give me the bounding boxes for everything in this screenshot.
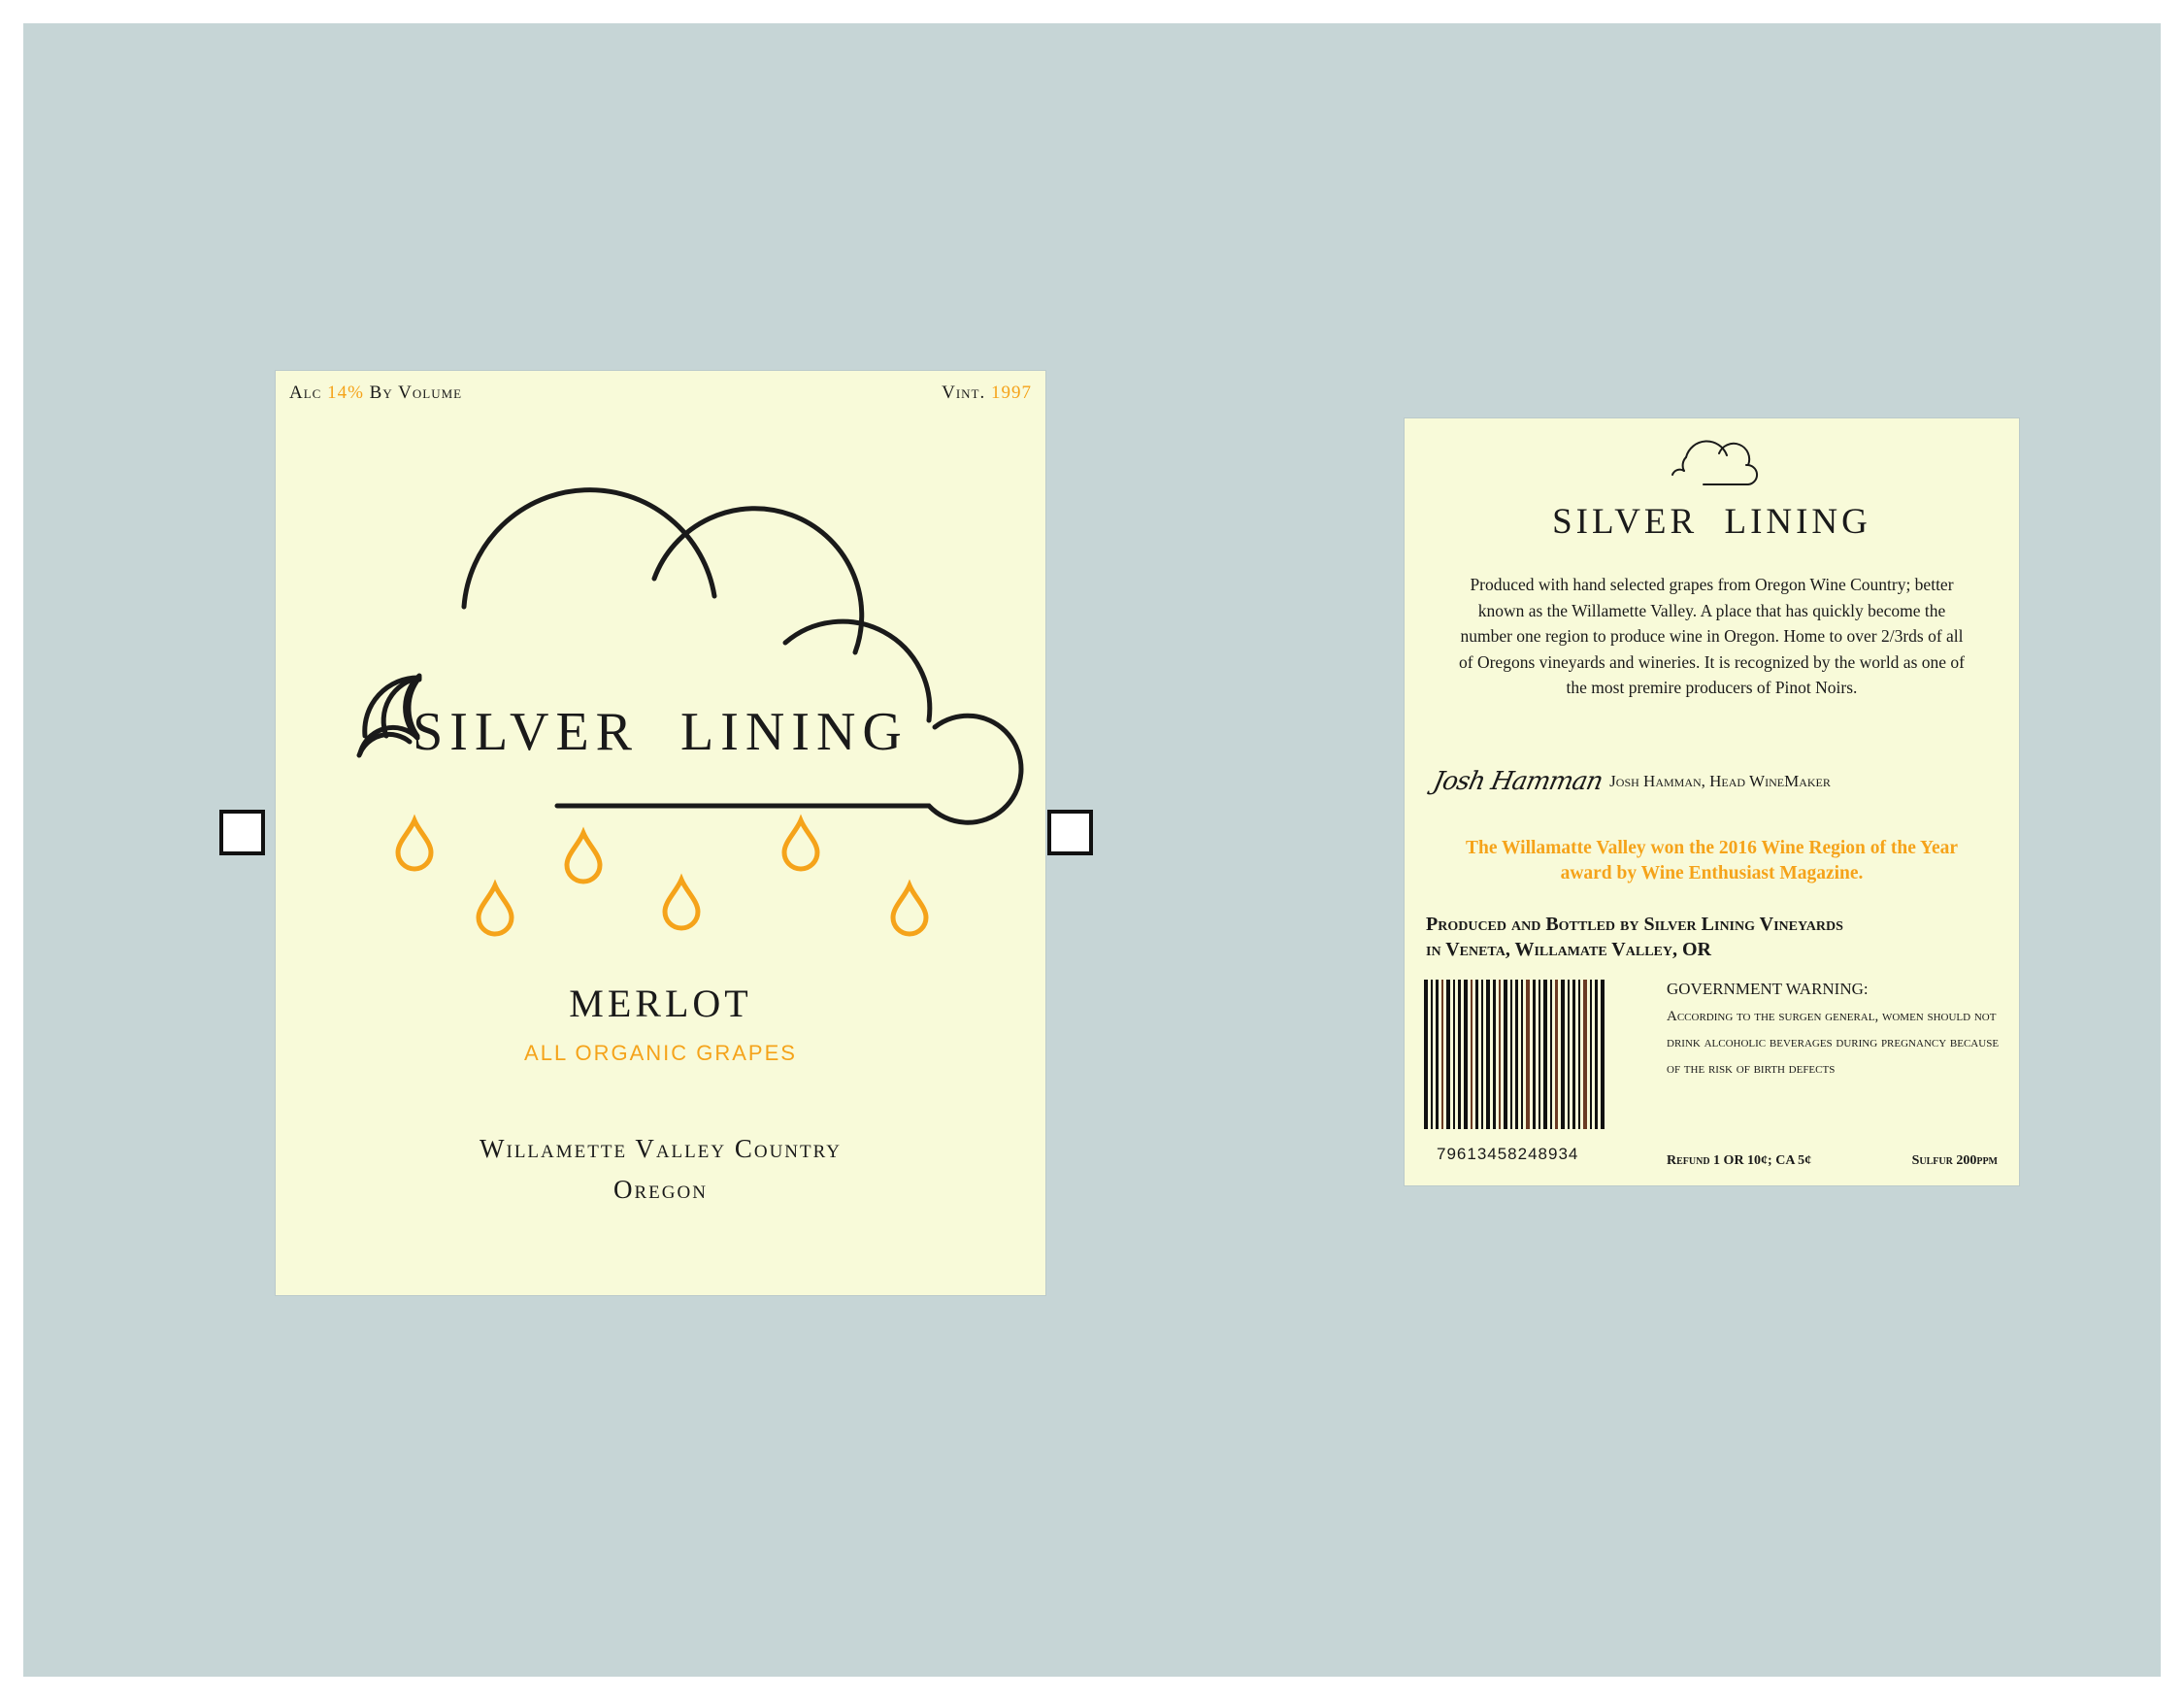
back-label[interactable]: SILVER LINING Produced with hand selecte… — [1405, 418, 2019, 1185]
producer-line-2: in Veneta, Willamate Valley, OR — [1426, 939, 1711, 960]
resize-handle-right[interactable] — [1047, 810, 1093, 855]
barcode-bar — [1453, 980, 1455, 1129]
abv-text: Alc 14% By Volume — [289, 383, 463, 403]
barcode-bar — [1583, 980, 1587, 1129]
barcode-bar — [1543, 980, 1547, 1129]
barcode-bar — [1446, 980, 1450, 1129]
barcode-bar — [1424, 980, 1428, 1129]
barcode-bar — [1521, 980, 1523, 1129]
sulfur-text: Sulfur 200ppm — [1911, 1153, 1998, 1168]
barcode-bar — [1550, 980, 1552, 1129]
barcode-bar — [1436, 980, 1439, 1129]
barcode-bar — [1475, 980, 1478, 1129]
barcode-bar — [1533, 980, 1536, 1129]
barcode-bar — [1539, 980, 1540, 1129]
barcode-bar — [1578, 980, 1580, 1129]
back-title: SILVER LINING — [1552, 502, 1871, 542]
description-paragraph: Produced with hand selected grapes from … — [1459, 575, 1965, 697]
variety-name: MERLOT — [569, 982, 752, 1025]
barcode-bar — [1504, 980, 1507, 1129]
raindrops — [395, 814, 929, 937]
barcode-bar — [1464, 980, 1468, 1129]
barcode — [1424, 980, 1605, 1129]
signature-row: Josh Hamman Josh Hamman, Head WineMaker — [1430, 762, 2006, 801]
barcode-bar — [1590, 980, 1592, 1129]
barcode-bar — [1568, 980, 1570, 1129]
barcode-number: 79613458248934 — [1437, 1145, 1579, 1163]
small-cloud-icon — [1671, 440, 1758, 485]
front-title: SILVER LINING — [413, 702, 909, 762]
barcode-bar — [1555, 980, 1558, 1129]
producer-text: Produced and Bottled by Silver Lining Vi… — [1426, 912, 2008, 962]
resize-handle-left[interactable] — [219, 810, 265, 855]
barcode-bar — [1471, 980, 1473, 1129]
barcode-bar — [1481, 980, 1483, 1129]
producer-line-1: Produced and Bottled by Silver Lining Vi… — [1426, 914, 1843, 935]
region-line-1: Willamette Valley Country — [480, 1134, 842, 1163]
tagline: ALL ORGANIC GRAPES — [524, 1041, 797, 1065]
refund-text: Refund 1 OR 10¢; CA 5¢ — [1667, 1153, 1812, 1168]
warning-title: GOVERNMENT WARNING: — [1667, 980, 1869, 998]
region-line-2: Oregon — [613, 1175, 708, 1204]
barcode-bar — [1515, 980, 1518, 1129]
warning-text: According to the surgen general, women s… — [1667, 1009, 2000, 1077]
barcode-bar — [1486, 980, 1490, 1129]
barcode-bar — [1441, 980, 1443, 1129]
winemaker-signature: Josh Hamman — [1430, 767, 1605, 796]
vintage-text: Vint. 1997 — [942, 383, 1032, 403]
barcode-bar — [1510, 980, 1512, 1129]
barcode-bar — [1601, 980, 1605, 1129]
barcode-bar — [1499, 980, 1501, 1129]
barcode-bar — [1458, 980, 1461, 1129]
barcode-bar — [1493, 980, 1496, 1129]
barcode-bar — [1526, 980, 1530, 1129]
award-text: The Willamatte Valley won the 2016 Wine … — [1466, 838, 1958, 883]
barcode-bar — [1561, 980, 1565, 1129]
barcode-bar — [1595, 980, 1598, 1129]
front-label[interactable]: Alc 14% By Volume Vint. 1997 SILVER LINI… — [276, 371, 1045, 1295]
barcode-bar — [1431, 980, 1433, 1129]
barcode-bar — [1572, 980, 1575, 1129]
winemaker-name: Josh Hamman, Head WineMaker — [1609, 772, 1831, 790]
